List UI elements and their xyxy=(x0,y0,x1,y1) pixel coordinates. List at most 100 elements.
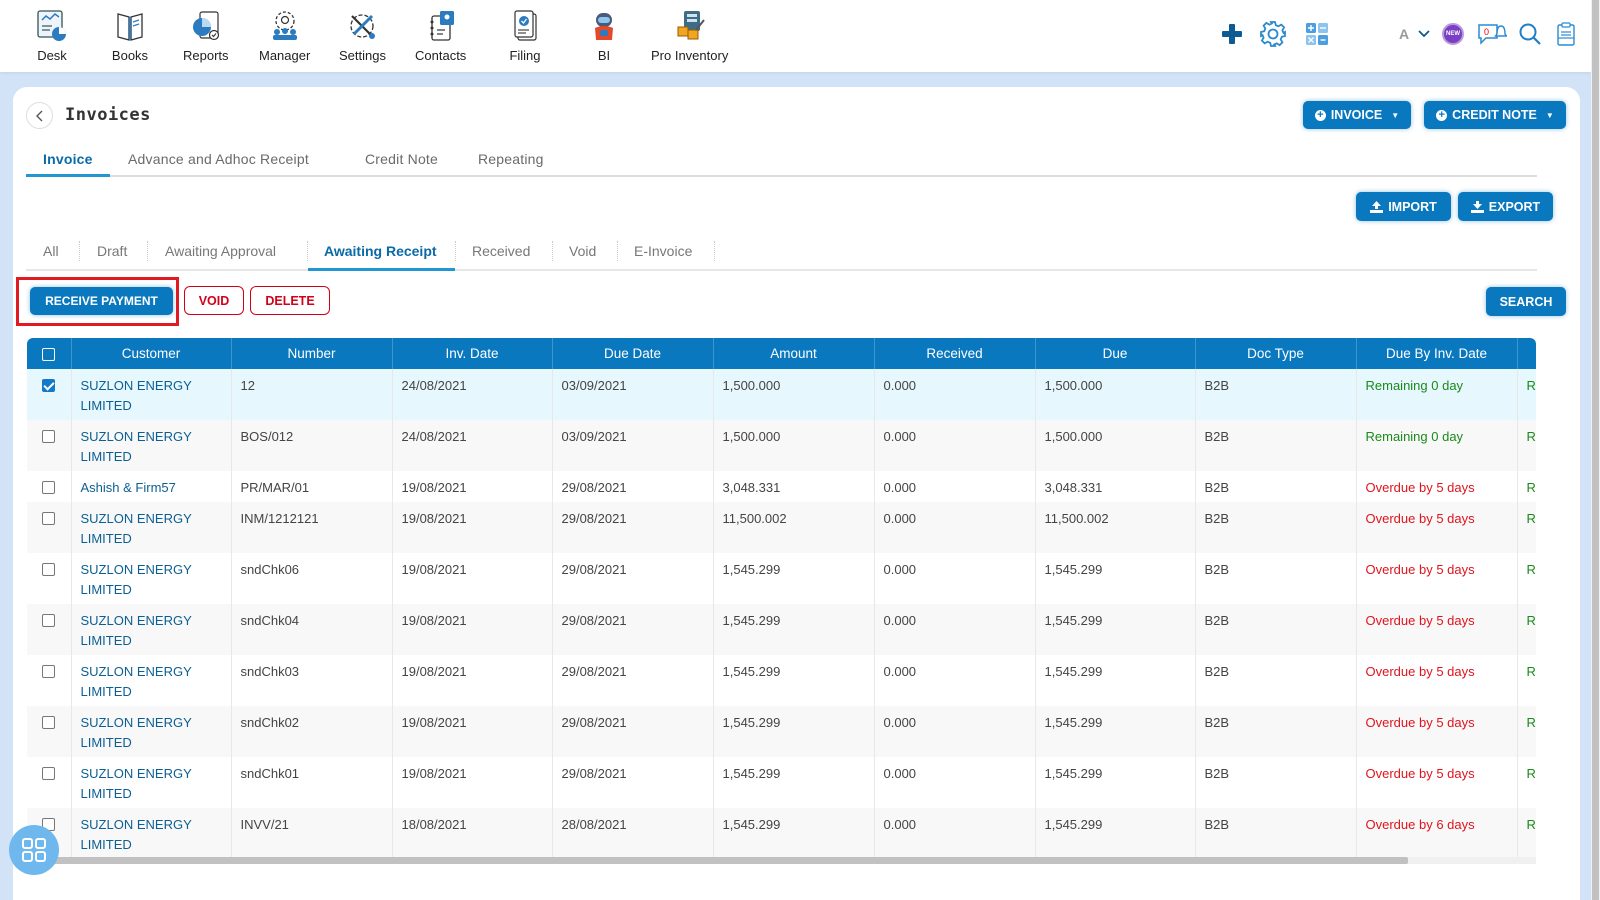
column-header-received[interactable]: Received xyxy=(874,338,1036,369)
cell-due-date: 28/08/2021 xyxy=(552,808,714,859)
upload-icon xyxy=(1370,200,1384,213)
caret-down-icon: ▼ xyxy=(1391,110,1400,120)
cell-extra: Re xyxy=(1517,706,1536,757)
font-size-toggle[interactable]: A xyxy=(1396,18,1412,50)
cell-customer[interactable]: SUZLON ENERGY LIMITED xyxy=(71,502,232,553)
cell-received: 0.000 xyxy=(874,757,1036,808)
cell-customer[interactable]: SUZLON ENERGY LIMITED xyxy=(71,757,232,808)
add-icon[interactable] xyxy=(1219,18,1245,50)
clipboard-notes-icon[interactable] xyxy=(1554,18,1578,50)
tab-invoice[interactable]: Invoice xyxy=(43,151,93,167)
new-credit-note-dropdown-button[interactable]: + CREDIT NOTE ▼ xyxy=(1424,101,1566,129)
delete-button[interactable]: DELETE xyxy=(250,286,330,315)
cell-due: 1,545.299 xyxy=(1035,604,1196,655)
page-scrollbar-thumb[interactable] xyxy=(1592,0,1599,900)
filter-tab-void[interactable]: Void xyxy=(569,243,596,259)
nav-item-manager[interactable]: Manager xyxy=(259,6,310,63)
column-header-inv-date[interactable]: Inv. Date xyxy=(392,338,553,369)
nav-item-bi[interactable]: BI xyxy=(584,6,624,63)
table-horizontal-scrollbar[interactable] xyxy=(27,857,1536,864)
void-button[interactable]: VOID xyxy=(184,286,244,315)
table-row[interactable]: Ashish & Firm57 PR/MAR/01 19/08/2021 29/08/… xyxy=(27,471,1536,502)
column-header-due-date[interactable]: Due Date xyxy=(552,338,714,369)
row-checkbox[interactable] xyxy=(42,563,56,576)
chevron-down-icon[interactable] xyxy=(1416,18,1432,50)
nav-item-filing[interactable]: Filing xyxy=(505,6,545,63)
column-header-number[interactable]: Number xyxy=(231,338,393,369)
import-button[interactable]: IMPORT xyxy=(1356,192,1451,221)
tab-repeating[interactable]: Repeating xyxy=(478,151,544,167)
table-row[interactable]: SUZLON ENERGY LIMITED 12 24/08/2021 03/09/2… xyxy=(27,369,1536,420)
cell-number: PR/MAR/01 xyxy=(231,471,393,502)
nav-item-settings[interactable]: Settings xyxy=(339,6,386,63)
cell-due-date: 29/08/2021 xyxy=(552,604,714,655)
cell-customer[interactable]: SUZLON ENERGY LIMITED xyxy=(71,369,232,420)
column-header-doc-type[interactable]: Doc Type xyxy=(1195,338,1357,369)
calculator-icon[interactable] xyxy=(1304,18,1330,50)
column-header-extra[interactable] xyxy=(1517,338,1536,369)
nav-item-contacts[interactable]: Contacts xyxy=(415,6,466,63)
table-row[interactable]: SUZLON ENERGY LIMITED INVV/21 18/08/2021 28… xyxy=(27,808,1536,859)
nav-item-books[interactable]: Books xyxy=(110,6,150,63)
cell-customer[interactable]: SUZLON ENERGY LIMITED xyxy=(71,706,232,757)
row-checkbox[interactable] xyxy=(42,716,56,729)
cell-customer[interactable]: SUZLON ENERGY LIMITED xyxy=(71,808,232,859)
row-checkbox[interactable] xyxy=(42,767,56,780)
back-button[interactable] xyxy=(26,102,53,129)
column-header-customer[interactable]: Customer xyxy=(71,338,232,369)
filter-tab-draft[interactable]: Draft xyxy=(97,243,127,259)
row-select-cell xyxy=(27,604,72,655)
cell-received: 0.000 xyxy=(874,471,1036,502)
page-scrollbar[interactable] xyxy=(1591,0,1600,900)
table-row[interactable]: SUZLON ENERGY LIMITED BOS/012 24/08/2021 03… xyxy=(27,420,1536,471)
cell-inv-date: 19/08/2021 xyxy=(392,706,553,757)
cell-due: 11,500.002 xyxy=(1035,502,1196,553)
filter-tab-awaiting-approval[interactable]: Awaiting Approval xyxy=(165,243,276,259)
table-row[interactable]: SUZLON ENERGY LIMITED sndChk04 19/08/2021 2… xyxy=(27,604,1536,655)
table-row[interactable]: SUZLON ENERGY LIMITED sndChk06 19/08/2021 2… xyxy=(27,553,1536,604)
filter-tab-received[interactable]: Received xyxy=(472,243,530,259)
row-checkbox[interactable] xyxy=(42,665,56,678)
table-row[interactable]: SUZLON ENERGY LIMITED INM/1212121 19/08/20… xyxy=(27,502,1536,553)
column-header-due-by-inv-date[interactable]: Due By Inv. Date xyxy=(1356,338,1518,369)
new-features-badge[interactable]: NEW xyxy=(1440,18,1466,50)
cell-customer[interactable]: SUZLON ENERGY LIMITED xyxy=(71,655,232,706)
receive-payment-button[interactable]: RECEIVE PAYMENT xyxy=(30,287,173,315)
table-scrollbar-thumb[interactable] xyxy=(27,857,1408,864)
new-invoice-dropdown-button[interactable]: + INVOICE ▼ xyxy=(1303,101,1411,129)
row-checkbox[interactable] xyxy=(42,614,56,627)
row-checkbox[interactable] xyxy=(42,379,56,392)
filter-tab-e-invoice[interactable]: E-Invoice xyxy=(634,243,692,259)
active-filter-indicator xyxy=(308,268,455,271)
row-checkbox[interactable] xyxy=(42,512,56,525)
filter-tab-all[interactable]: All xyxy=(43,243,59,259)
table-body: SUZLON ENERGY LIMITED 12 24/08/2021 03/09/2… xyxy=(27,369,1536,859)
table-row[interactable]: SUZLON ENERGY LIMITED sndChk01 19/08/2021 2… xyxy=(27,757,1536,808)
books-icon xyxy=(110,6,150,46)
cell-due: 1,545.299 xyxy=(1035,808,1196,859)
table-row[interactable]: SUZLON ENERGY LIMITED sndChk02 19/08/2021 2… xyxy=(27,706,1536,757)
export-button[interactable]: EXPORT xyxy=(1458,192,1553,221)
notification-bell-icon[interactable]: 0 xyxy=(1475,18,1509,50)
cell-customer[interactable]: SUZLON ENERGY LIMITED xyxy=(71,420,232,471)
cell-customer[interactable]: SUZLON ENERGY LIMITED xyxy=(71,604,232,655)
row-checkbox[interactable] xyxy=(42,481,56,494)
column-header-amount[interactable]: Amount xyxy=(713,338,875,369)
column-header-due[interactable]: Due xyxy=(1035,338,1196,369)
nav-item-pro-inventory[interactable]: Pro Inventory xyxy=(651,6,728,63)
gear-icon[interactable] xyxy=(1258,18,1288,50)
chevron-left-icon xyxy=(35,110,42,121)
apps-menu-button[interactable] xyxy=(9,825,59,875)
table-row[interactable]: SUZLON ENERGY LIMITED sndChk03 19/08/2021 2… xyxy=(27,655,1536,706)
select-all-checkbox[interactable] xyxy=(42,347,56,361)
search-icon[interactable] xyxy=(1516,18,1544,50)
tab-credit-note[interactable]: Credit Note xyxy=(365,151,438,167)
nav-item-desk[interactable]: Desk xyxy=(32,6,72,63)
row-checkbox[interactable] xyxy=(42,430,56,443)
search-button[interactable]: SEARCH xyxy=(1486,287,1566,316)
nav-item-reports[interactable]: Reports xyxy=(183,6,229,63)
cell-customer[interactable]: SUZLON ENERGY LIMITED xyxy=(71,553,232,604)
cell-customer[interactable]: Ashish & Firm57 xyxy=(71,471,232,502)
filter-tab-awaiting-receipt[interactable]: Awaiting Receipt xyxy=(324,243,437,259)
tab-advance-adhoc-receipt[interactable]: Advance and Adhoc Receipt xyxy=(128,151,309,167)
